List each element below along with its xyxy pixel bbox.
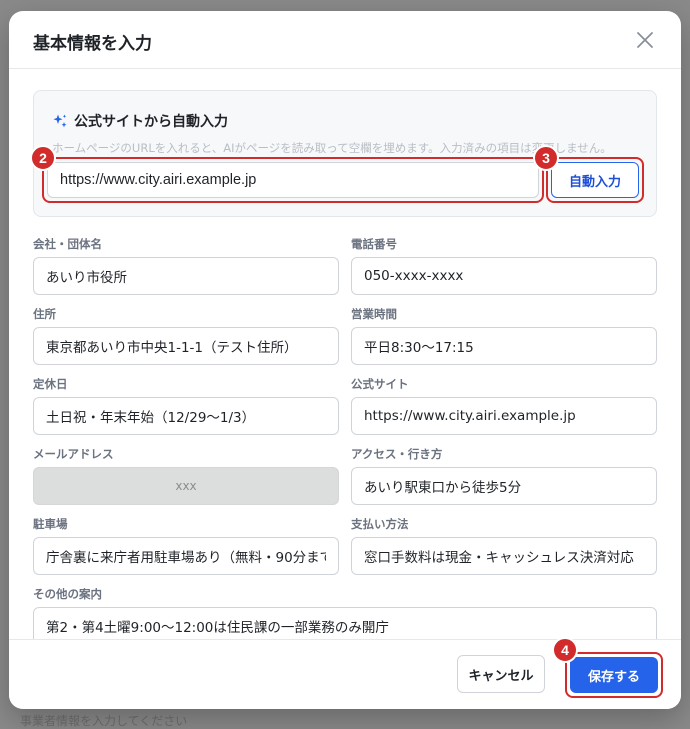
close-icon [637, 32, 653, 48]
payment-input[interactable] [351, 537, 657, 575]
field-label: 公式サイト [351, 377, 409, 391]
field-label: その他の案内 [33, 587, 102, 601]
field-other: その他の案内 [33, 585, 657, 639]
field-org-name: 会社・団体名 [33, 235, 339, 295]
dialog-footer: キャンセル 保存する [9, 639, 681, 709]
save-button-highlight: 保存する [565, 652, 663, 698]
auto-fill-panel: 公式サイトから自動入力 ホームページのURLを入れると、AIがページを読み取って… [33, 90, 657, 217]
field-access: アクセス・行き方 [351, 445, 657, 505]
address-input[interactable] [33, 327, 339, 365]
field-payment: 支払い方法 [351, 515, 657, 575]
dialog-body: 公式サイトから自動入力 ホームページのURLを入れると、AIがページを読み取って… [9, 69, 681, 639]
field-phone: 電話番号 [351, 235, 657, 295]
field-holidays: 定休日 [33, 375, 339, 435]
other-info-input[interactable] [33, 607, 657, 639]
auto-fill-button-highlight: 自動入力 [546, 157, 644, 203]
auto-fill-title: 公式サイトから自動入力 [74, 114, 228, 130]
field-website: 公式サイト [351, 375, 657, 435]
auto-fill-header: 公式サイトから自動入力 [52, 111, 228, 131]
url-input-highlight [42, 157, 544, 203]
parking-input[interactable] [33, 537, 339, 575]
field-label: 住所 [33, 307, 56, 321]
field-label: 会社・団体名 [33, 237, 102, 251]
org-name-input[interactable] [33, 257, 339, 295]
dialog-title: 基本情報を入力 [33, 34, 152, 54]
step-badge-4: 4 [552, 637, 578, 663]
holidays-input[interactable] [33, 397, 339, 435]
url-input[interactable] [47, 162, 539, 198]
field-hours: 営業時間 [351, 305, 657, 365]
website-input[interactable] [351, 397, 657, 435]
field-label: 電話番号 [351, 237, 397, 251]
sparkle-icon [53, 114, 67, 128]
save-button[interactable]: 保存する [570, 657, 658, 693]
cancel-button[interactable]: キャンセル [457, 655, 545, 693]
field-email: メールアドレス [33, 445, 339, 505]
field-label: 支払い方法 [351, 517, 409, 531]
field-address: 住所 [33, 305, 339, 365]
field-label: 営業時間 [351, 307, 397, 321]
field-label: メールアドレス [33, 447, 114, 461]
field-label: 定休日 [33, 377, 68, 391]
close-button[interactable] [633, 28, 657, 52]
access-input[interactable] [351, 467, 657, 505]
field-label: アクセス・行き方 [351, 447, 443, 461]
step-badge-3: 3 [533, 145, 559, 171]
basic-info-dialog: 基本情報を入力 公式サイトから自動入力 ホームページのURLを入れると、AIがペ… [9, 11, 681, 709]
auto-fill-button[interactable]: 自動入力 [551, 162, 639, 198]
email-input [33, 467, 339, 505]
step-badge-2: 2 [30, 145, 56, 171]
hours-input[interactable] [351, 327, 657, 365]
dialog-header: 基本情報を入力 [9, 11, 681, 69]
field-label: 駐車場 [33, 517, 68, 531]
phone-input[interactable] [351, 257, 657, 295]
backdrop-text: 事業者情報を入力してください [20, 714, 188, 728]
field-parking: 駐車場 [33, 515, 339, 575]
